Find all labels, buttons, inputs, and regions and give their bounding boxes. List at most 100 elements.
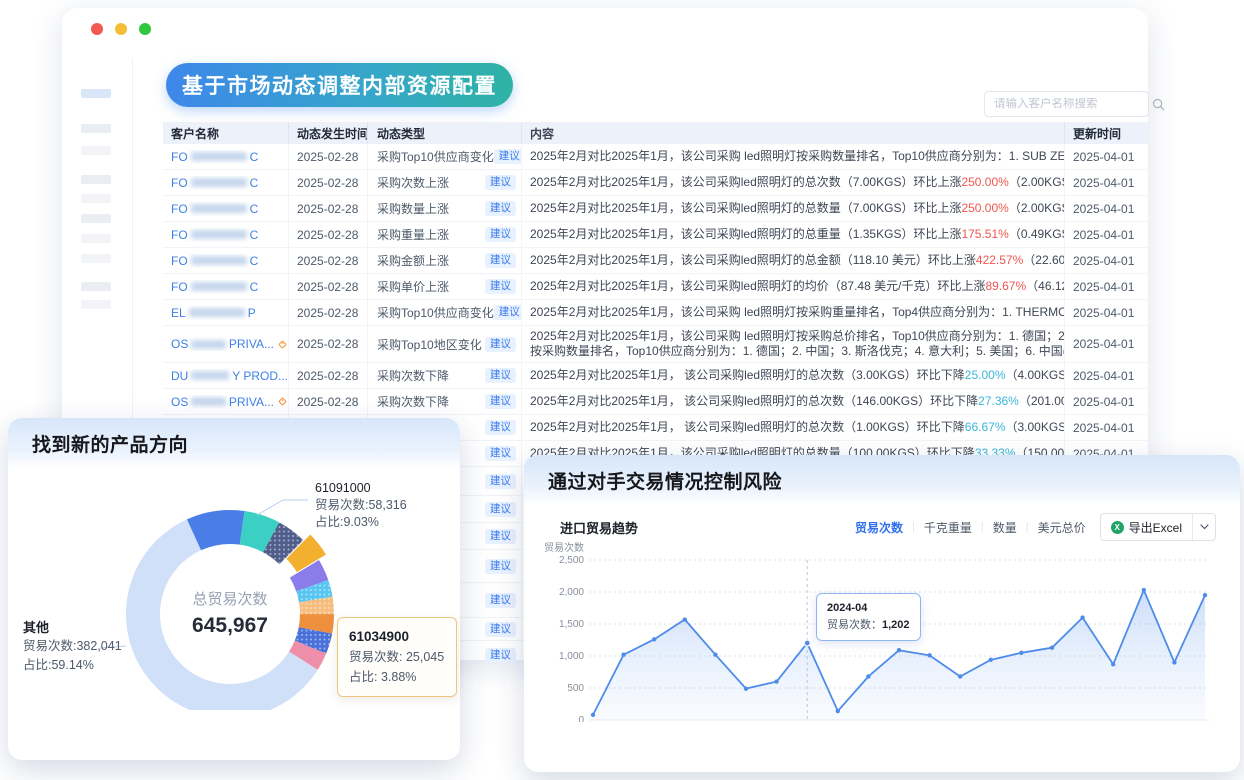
- event-type-cell: 采购重量上涨建议: [368, 222, 522, 247]
- data-point-2024-04[interactable]: [804, 640, 810, 646]
- table-row[interactable]: FOC2025-02-28采购数量上涨建议2025年2月对比2025年1月，该公…: [163, 196, 1148, 222]
- update-date-cell: 2025-04-01: [1065, 326, 1148, 362]
- data-point-2024-05[interactable]: [836, 709, 840, 713]
- customer-search[interactable]: [984, 91, 1149, 117]
- event-date-cell: 2025-02-28: [289, 248, 368, 273]
- customer-name-cell: FOC: [163, 222, 289, 247]
- event-date-cell: 2025-02-28: [289, 144, 368, 169]
- update-date-cell: 2025-04-01: [1065, 363, 1148, 388]
- donut-tooltip-share: 占比: 3.88%: [349, 667, 445, 687]
- column-header: 动态发生时间: [289, 122, 368, 144]
- data-point-2025-04[interactable]: [1172, 660, 1176, 664]
- blurred-name: [189, 308, 245, 317]
- event-date-cell: 2025-02-28: [289, 300, 368, 325]
- other-share: 占比:59.14%: [23, 656, 122, 675]
- table-row[interactable]: FOC 2025-02-28采购金额上涨建议2025年2月对比2025年1月，该公…: [163, 248, 1148, 274]
- data-point-2024-08[interactable]: [927, 653, 931, 657]
- data-point-2023-11[interactable]: [652, 637, 656, 641]
- customer-name-link[interactable]: FOC: [171, 150, 258, 164]
- tag-icon: [277, 396, 288, 407]
- blurred-name: [191, 256, 247, 265]
- skeleton-bar: [81, 175, 111, 184]
- skeleton-bar: [81, 194, 111, 203]
- donut-tooltip: 61034900 贸易次数: 25,045 占比: 3.88%: [337, 617, 457, 697]
- skeleton-bar: [81, 146, 111, 155]
- table-row[interactable]: DUY PROD...2025-02-28采购次数下降建议2025年2月对比20…: [163, 363, 1148, 389]
- column-header: 客户名称: [163, 122, 289, 144]
- table-row[interactable]: ELP2025-02-28采购Top10供应商变化建议2025年2月对比2025…: [163, 300, 1148, 326]
- table-row[interactable]: OSPRIVA...2025-02-28采购Top10地区变化建议2025年2月…: [163, 326, 1148, 363]
- maximize-button[interactable]: [139, 23, 151, 35]
- suggestion-badge: 建议: [485, 474, 516, 489]
- y-tick-label: 0: [578, 715, 584, 722]
- customer-name-link[interactable]: FOC: [171, 176, 258, 190]
- skeleton-bar: [81, 124, 111, 133]
- table-row[interactable]: FOC2025-02-28采购次数上涨建议2025年2月对比2025年1月，该公…: [163, 170, 1148, 196]
- customer-name-link[interactable]: ELP: [171, 306, 256, 320]
- customer-name-link[interactable]: FOC: [171, 280, 258, 294]
- suggestion-badge: 建议: [485, 253, 516, 268]
- blurred-name: [191, 371, 229, 380]
- table-row[interactable]: FOC2025-02-28采购单价上涨建议2025年2月对比2025年1月，该公…: [163, 274, 1148, 300]
- table-row[interactable]: FOC2025-02-28采购重量上涨建议2025年2月对比2025年1月，该公…: [163, 222, 1148, 248]
- skeleton-bar: [81, 214, 111, 223]
- customer-name-link[interactable]: OSPRIVA...: [171, 337, 288, 351]
- data-point-2023-12[interactable]: [683, 617, 687, 621]
- other-count: 贸易次数:382,041: [23, 637, 122, 656]
- search-icon: [1152, 98, 1165, 111]
- update-date-cell: 2025-04-01: [1065, 170, 1148, 195]
- chart-tooltip: 2024-04 贸易次数：1,202: [816, 593, 921, 641]
- customer-name-cell: FOC: [163, 274, 289, 299]
- data-point-2024-09[interactable]: [958, 674, 962, 678]
- table-row[interactable]: FOC2025-02-28采购Top10供应商变化建议2025年2月对比2025…: [163, 144, 1148, 170]
- data-point-2024-11[interactable]: [1019, 651, 1023, 655]
- blurred-name: [191, 282, 247, 291]
- data-point-2025-02[interactable]: [1111, 662, 1115, 666]
- data-point-2024-03[interactable]: [774, 679, 778, 683]
- data-point-2023-09[interactable]: [591, 713, 595, 717]
- event-type-cell: 采购次数下降建议: [368, 363, 522, 388]
- data-point-2024-02[interactable]: [744, 686, 748, 690]
- suggestion-badge: 建议: [485, 446, 516, 461]
- customer-name-link[interactable]: DUY PROD...: [171, 369, 288, 383]
- table-header: 客户名称动态发生时间动态类型内容更新时间: [163, 122, 1148, 144]
- trend-line-chart[interactable]: 贸易次数05001,0001,5002,0002,5002023-092023-…: [524, 455, 1240, 722]
- customer-name-link[interactable]: FOC: [171, 228, 258, 242]
- data-point-2024-07[interactable]: [897, 648, 901, 652]
- risk-card-body: 进口贸易趋势 贸易次数|千克重量|数量|美元总价 X 导出Excel 贸易次数0…: [524, 505, 1240, 772]
- data-point-2024-06[interactable]: [866, 674, 870, 678]
- data-point-2025-03[interactable]: [1142, 588, 1146, 592]
- suggestion-badge: 建议: [485, 502, 516, 517]
- customer-name-cell: FOC: [163, 170, 289, 195]
- event-date-cell: 2025-02-28: [289, 196, 368, 221]
- customer-search-input[interactable]: [985, 98, 1152, 110]
- data-point-2025-05[interactable]: [1203, 593, 1207, 597]
- update-date-cell: 2025-04-01: [1065, 415, 1148, 440]
- event-date-cell: 2025-02-28: [289, 389, 368, 414]
- column-header: 动态类型: [368, 122, 522, 144]
- data-point-2024-10[interactable]: [989, 658, 993, 662]
- update-date-cell: 2025-04-01: [1065, 300, 1148, 325]
- customer-name-link[interactable]: FOC: [171, 254, 258, 268]
- chart-tooltip-title: 2024-04: [827, 600, 910, 617]
- event-type-cell: 采购金额上涨建议: [368, 248, 522, 273]
- suggestion-badge: 建议: [485, 622, 516, 637]
- chart-tooltip-value: 1,202: [882, 619, 910, 631]
- data-point-2025-01[interactable]: [1080, 615, 1084, 619]
- close-button[interactable]: [91, 23, 103, 35]
- minimize-button[interactable]: [115, 23, 127, 35]
- content-cell: 2025年2月对比2025年1月，该公司采购led照明灯的总金额（118.10 …: [522, 248, 1065, 273]
- customer-name-link[interactable]: OSPRIVA...: [171, 395, 288, 409]
- content-cell: 2025年2月对比2025年1月，该公司采购 led照明灯按采购总价排名，Top…: [522, 326, 1065, 362]
- skeleton-bar: [81, 254, 111, 263]
- customer-name-link[interactable]: FOC: [171, 202, 258, 216]
- data-point-2024-01[interactable]: [713, 653, 717, 657]
- skeleton-bar: [81, 282, 111, 291]
- table-row[interactable]: OSPRIVA...2025-02-28采购次数下降建议2025年2月对比202…: [163, 389, 1148, 415]
- suggestion-badge: 建议: [485, 648, 516, 663]
- customer-name-cell: OSPRIVA...: [163, 389, 289, 414]
- event-type-cell: 采购Top10供应商变化建议: [368, 144, 522, 169]
- data-point-2023-10[interactable]: [621, 653, 625, 657]
- data-point-2024-12[interactable]: [1050, 645, 1054, 649]
- customer-name-cell: FOC: [163, 248, 289, 273]
